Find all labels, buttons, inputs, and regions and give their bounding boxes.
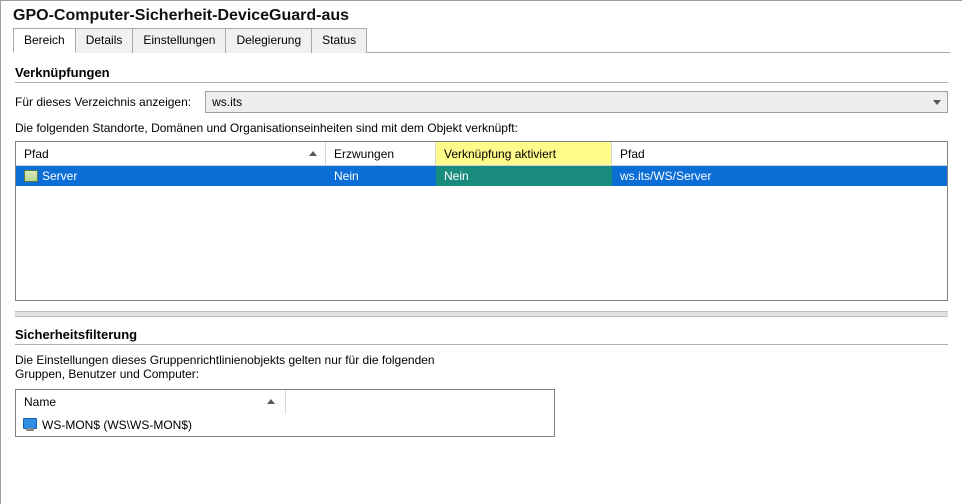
gpo-scope-panel: GPO-Computer-Sicherheit-DeviceGuard-aus … bbox=[0, 0, 962, 504]
tab-delegierung[interactable]: Delegierung bbox=[225, 28, 312, 53]
tab-status[interactable]: Status bbox=[311, 28, 367, 53]
filter-description-2: Gruppen, Benutzer und Computer: bbox=[15, 367, 948, 381]
cell-name-text: Server bbox=[42, 169, 77, 183]
divider bbox=[15, 82, 948, 83]
cell-name: Server bbox=[16, 169, 326, 183]
tab-bereich[interactable]: Bereich bbox=[13, 28, 76, 53]
filter-table[interactable]: Name WS-MON$ (WS\WS-MON$) bbox=[15, 389, 555, 437]
ou-icon bbox=[24, 170, 38, 182]
table-row[interactable]: Server Nein Nein ws.its/WS/Server bbox=[16, 166, 947, 186]
tab-bar: Bereich Details Einstellungen Delegierun… bbox=[13, 27, 950, 53]
col-empty bbox=[286, 390, 554, 414]
cell-path: ws.its/WS/Server bbox=[612, 169, 947, 183]
directory-dropdown[interactable]: ws.its bbox=[205, 91, 948, 113]
col-pfad[interactable]: Pfad bbox=[16, 142, 326, 165]
filter-table-header: Name bbox=[16, 390, 554, 414]
tab-details[interactable]: Details bbox=[75, 28, 134, 53]
divider bbox=[15, 344, 948, 345]
tab-einstellungen[interactable]: Einstellungen bbox=[132, 28, 226, 53]
filter-heading: Sicherheitsfilterung bbox=[15, 327, 948, 342]
filter-description-1: Die Einstellungen dieses Gruppenrichtlin… bbox=[15, 353, 948, 367]
directory-row: Für dieses Verzeichnis anzeigen: ws.its bbox=[15, 91, 948, 113]
links-table-header: Pfad Erzwungen Verknüpfung aktiviert Pfa… bbox=[16, 142, 947, 166]
tab-content: Verknüpfungen Für dieses Verzeichnis anz… bbox=[1, 53, 962, 437]
page-title: GPO-Computer-Sicherheit-DeviceGuard-aus bbox=[1, 1, 962, 27]
col-pfad-full[interactable]: Pfad bbox=[612, 142, 947, 165]
directory-value: ws.its bbox=[212, 95, 242, 109]
col-erzwungen[interactable]: Erzwungen bbox=[326, 142, 436, 165]
links-table[interactable]: Pfad Erzwungen Verknüpfung aktiviert Pfa… bbox=[15, 141, 948, 301]
filter-entry-text: WS-MON$ (WS\WS-MON$) bbox=[42, 418, 192, 432]
links-heading: Verknüpfungen bbox=[15, 65, 948, 80]
links-description: Die folgenden Standorte, Domänen und Org… bbox=[15, 121, 948, 135]
col-verknuepfung-aktiviert[interactable]: Verknüpfung aktiviert bbox=[436, 142, 612, 165]
chevron-down-icon bbox=[933, 100, 941, 105]
cell-erzwungen: Nein bbox=[326, 169, 436, 183]
directory-label: Für dieses Verzeichnis anzeigen: bbox=[15, 95, 191, 109]
list-item[interactable]: WS-MON$ (WS\WS-MON$) bbox=[16, 414, 554, 436]
cell-verknuepfung-aktiviert: Nein bbox=[436, 166, 612, 186]
col-name[interactable]: Name bbox=[16, 390, 286, 414]
splitter[interactable] bbox=[15, 311, 948, 317]
computer-icon bbox=[22, 418, 38, 432]
